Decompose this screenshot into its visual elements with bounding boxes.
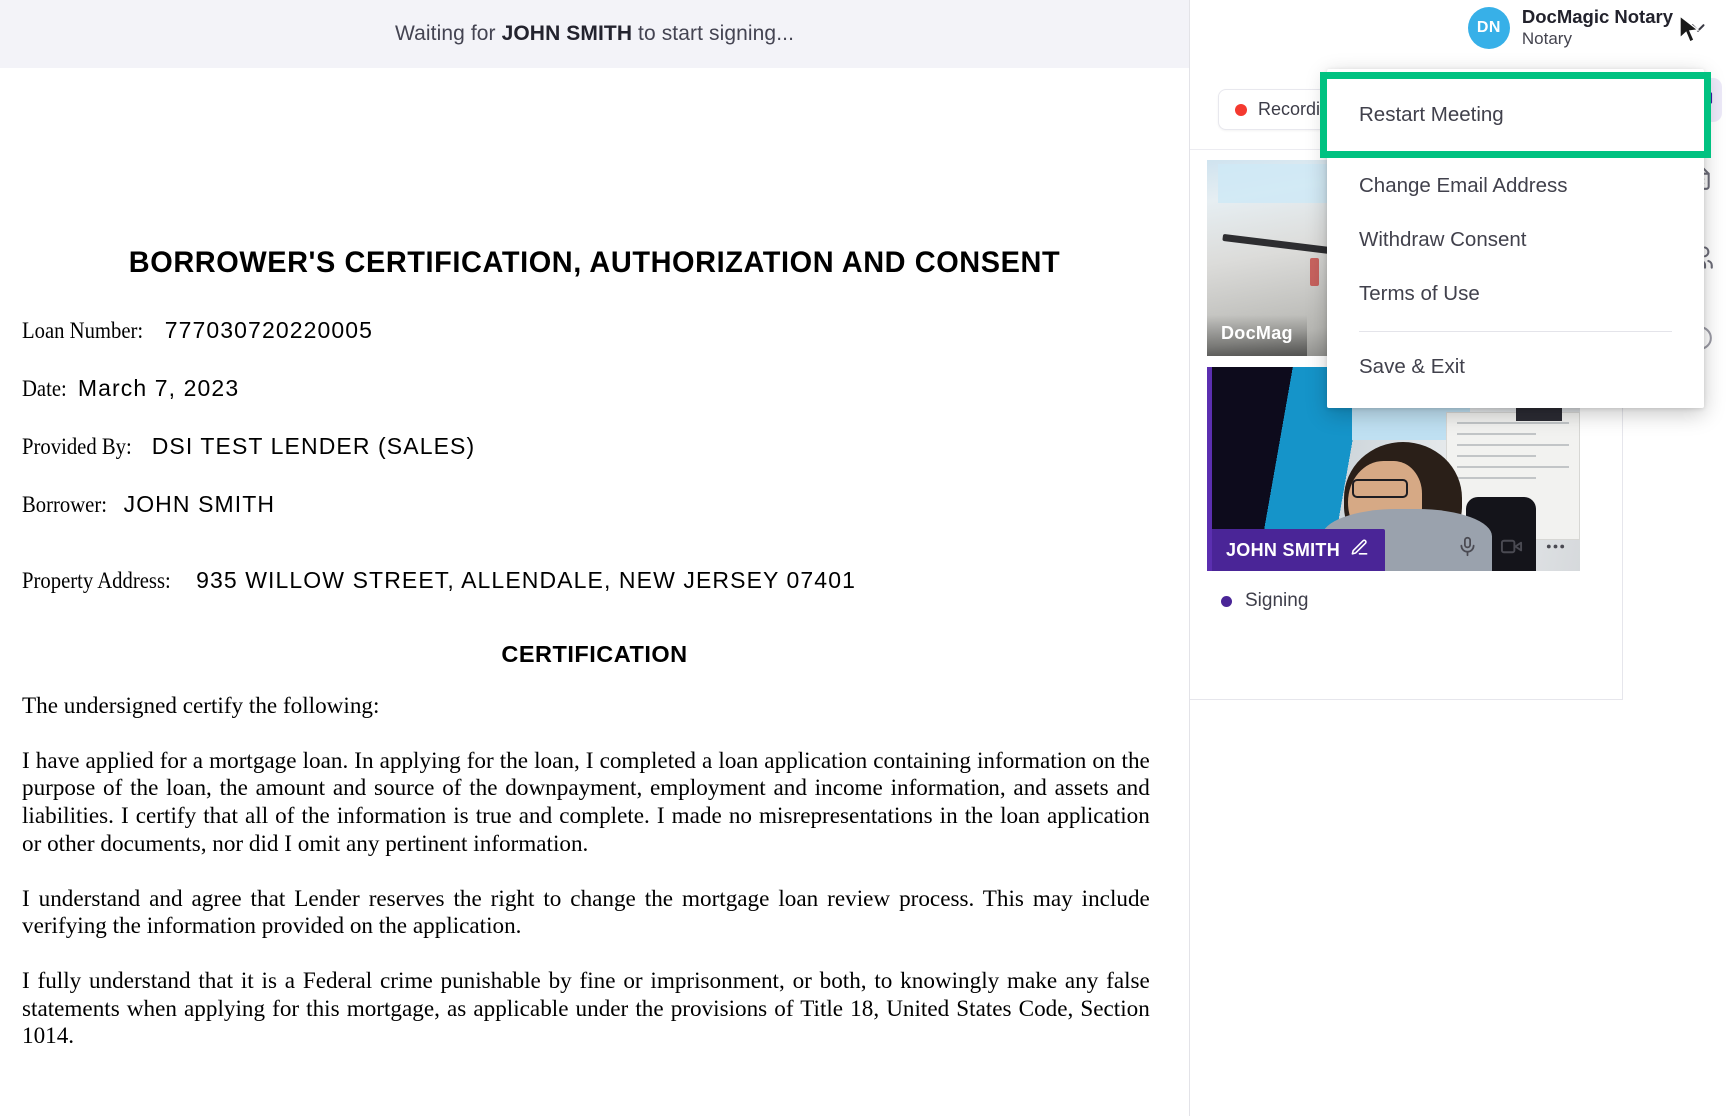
- field-provided-by: Provided By: DSI TEST LENDER (SALES): [22, 433, 1167, 461]
- notary-signing-app: Waiting for JOHN SMITH to start signing.…: [0, 0, 1731, 1116]
- status-dot-icon: [1221, 595, 1232, 607]
- field-property-address: Property Address: 935 WILLOW STREET, ALLE…: [22, 567, 1167, 595]
- video-camera-icon[interactable]: [1498, 533, 1524, 559]
- identity-role: Notary: [1521, 28, 1572, 48]
- waiting-signer-name: JOHN SMITH: [501, 22, 633, 45]
- more-options-icon[interactable]: [1542, 533, 1568, 559]
- chevron-down-icon[interactable]: [1687, 17, 1709, 39]
- paragraph-1: I have applied for a mortgage loan. In a…: [22, 747, 1150, 857]
- participant-status-label: Signing: [1245, 590, 1309, 611]
- menu-divider: [1359, 331, 1672, 332]
- section-title-certification: CERTIFICATION: [501, 641, 688, 667]
- waiting-prefix: Waiting for: [394, 22, 502, 45]
- participant-status-row: Signing: [1190, 571, 1622, 612]
- microphone-icon[interactable]: [1454, 533, 1480, 559]
- field-label-borrower: Borrower:: [22, 492, 108, 518]
- menu-item-restart-meeting[interactable]: Restart Meeting: [1327, 79, 1704, 151]
- menu-item-restart-meeting-label: Restart Meeting: [1359, 103, 1504, 126]
- field-borrower: Borrower: JOHN SMITH: [22, 491, 1167, 519]
- menu-item-change-email-address[interactable]: Change Email Address: [1327, 159, 1704, 213]
- recording-dot-icon: [1235, 103, 1247, 116]
- avatar: DN: [1467, 6, 1510, 49]
- field-value-provided-by: DSI TEST LENDER (SALES): [151, 433, 476, 459]
- field-value-date: March 7, 2023: [77, 375, 240, 401]
- video-tile-signer-name: JOHN SMITH: [1226, 539, 1341, 560]
- paragraph-3: I fully understand that it is a Federal …: [22, 968, 1150, 1050]
- user-identity-menu-trigger[interactable]: DN DocMagic Notary Notary: [1467, 6, 1709, 49]
- document-page[interactable]: BORROWER'S CERTIFICATION, AUTHORIZATION …: [0, 68, 1189, 1116]
- waiting-status-text: Waiting for JOHN SMITH to start signing.…: [395, 22, 794, 46]
- field-value-borrower: JOHN SMITH: [123, 491, 276, 517]
- tile-person-glasses: [1351, 479, 1408, 499]
- video-tile-notary-name: DocMag: [1207, 315, 1307, 356]
- field-label-provided-by: Provided By:: [22, 434, 132, 460]
- identity-name: DocMagic Notary: [1521, 6, 1673, 27]
- waiting-suffix: to start signing...: [632, 22, 795, 45]
- waiting-status-banner: Waiting for JOHN SMITH to start signing.…: [0, 0, 1189, 70]
- edit-pencil-icon[interactable]: [1350, 538, 1369, 562]
- video-tile-signer-name-chip: JOHN SMITH: [1212, 529, 1386, 571]
- document-viewer-pane: Waiting for JOHN SMITH to start signing.…: [0, 0, 1190, 1116]
- field-label-property-address: Property Address:: [22, 568, 171, 594]
- menu-item-save-and-exit[interactable]: Save & Exit: [1327, 340, 1704, 394]
- field-value-property-address: 935 WILLOW STREET, ALLENDALE, NEW JERSEY…: [196, 567, 856, 593]
- paragraph-lead: The undersigned certify the following:: [22, 693, 380, 719]
- field-label-loan-number: Loan Number:: [22, 318, 144, 344]
- field-value-loan-number: 777030720220005: [164, 317, 374, 343]
- menu-item-withdraw-consent[interactable]: Withdraw Consent: [1327, 213, 1704, 267]
- field-label-date: Date:: [22, 376, 67, 402]
- paragraph-2: I understand and agree that Lender reser…: [22, 885, 1150, 940]
- document-title: BORROWER'S CERTIFICATION, AUTHORIZATION …: [128, 246, 1061, 279]
- tile-background-mark: [1310, 258, 1320, 286]
- identity-text: DocMagic Notary Notary: [1522, 6, 1673, 49]
- video-tile-controls: [1448, 529, 1574, 563]
- field-loan-number: Loan Number: 777030720220005: [22, 317, 1167, 345]
- menu-item-terms-of-use[interactable]: Terms of Use: [1327, 267, 1704, 321]
- field-date: Date: March 7, 2023: [22, 375, 1167, 403]
